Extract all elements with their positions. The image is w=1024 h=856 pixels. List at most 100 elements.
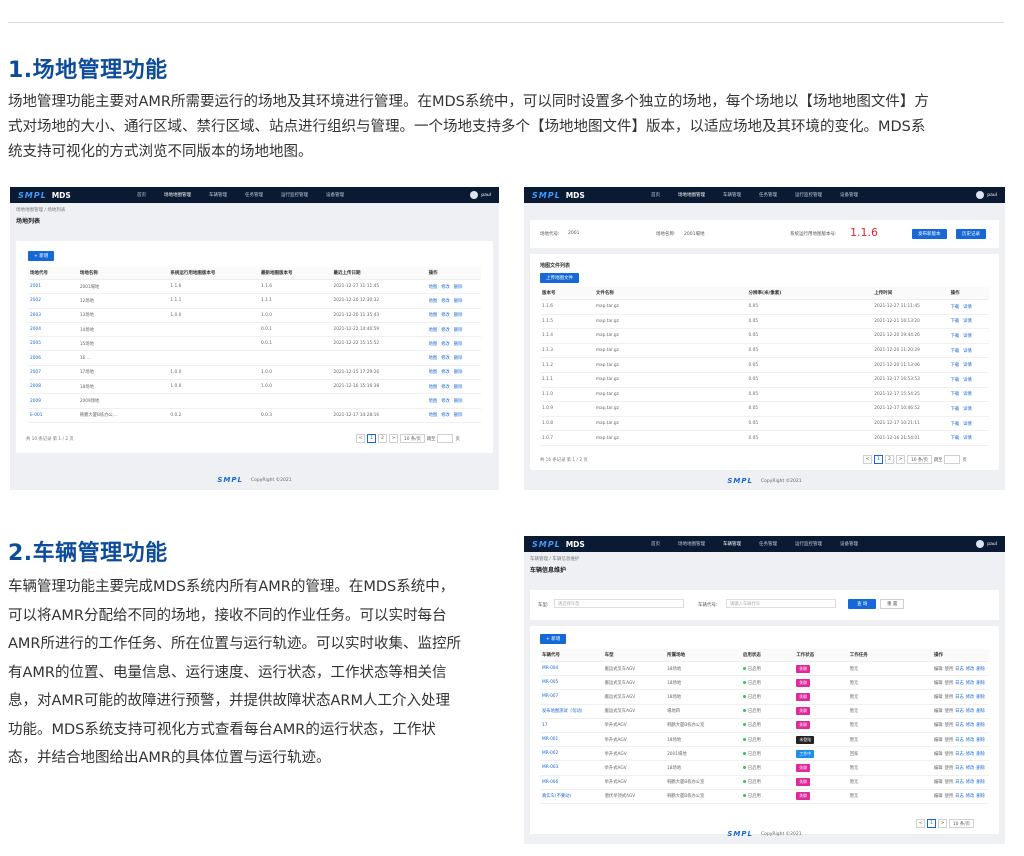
row-action-link[interactable]: 详情 xyxy=(963,334,972,339)
site-code-link[interactable]: 2001 xyxy=(28,279,78,295)
nav-home[interactable]: 首页 xyxy=(128,192,155,198)
row-action-link[interactable]: 删除 xyxy=(454,342,463,347)
nav-monitor[interactable]: 运行监控管理 xyxy=(272,192,317,198)
nav-home[interactable]: 首页 xyxy=(642,192,669,198)
row-action-link[interactable]: 地图 xyxy=(429,328,438,333)
page-next[interactable]: > xyxy=(938,819,947,828)
row-action-link[interactable]: 修改 xyxy=(441,285,450,290)
nav-vehicles[interactable]: 车辆管理 xyxy=(714,541,750,547)
publish-version-button[interactable]: 发布新版本 xyxy=(912,229,947,239)
row-action-link[interactable]: 修改 xyxy=(441,413,450,418)
row-action-link[interactable]: 详情 xyxy=(963,319,972,324)
row-action-link[interactable]: 使用 xyxy=(945,794,954,799)
row-action-link[interactable]: 编辑 xyxy=(934,794,943,799)
page-next[interactable]: > xyxy=(389,434,398,443)
row-action-link[interactable]: 日志 xyxy=(955,667,964,672)
row-action-link[interactable]: 修改 xyxy=(966,780,975,785)
row-action-link[interactable]: 编辑 xyxy=(934,780,943,785)
upload-map-button[interactable]: 上传地图文件 xyxy=(540,273,579,283)
site-code-link[interactable]: 2005 xyxy=(28,336,78,352)
page-next[interactable]: > xyxy=(896,455,905,464)
row-action-link[interactable]: 编辑 xyxy=(934,709,943,714)
nav-tasks[interactable]: 任务管理 xyxy=(236,192,272,198)
row-action-link[interactable]: 下载 xyxy=(951,436,960,441)
row-action-link[interactable]: 修改 xyxy=(966,738,975,743)
nav-home[interactable]: 首页 xyxy=(642,541,669,547)
row-action-link[interactable]: 详情 xyxy=(963,407,972,412)
page-2[interactable]: 2 xyxy=(885,455,894,464)
reset-button[interactable]: 重 置 xyxy=(880,599,905,609)
row-action-link[interactable]: 修改 xyxy=(441,313,450,318)
row-action-link[interactable]: 日志 xyxy=(955,695,964,700)
row-action-link[interactable]: 删除 xyxy=(454,385,463,390)
row-action-link[interactable]: 地图 xyxy=(429,370,438,375)
nav-monitor[interactable]: 运行监控管理 xyxy=(786,192,831,198)
row-action-link[interactable]: 删除 xyxy=(454,399,463,404)
site-code-link[interactable]: E-001 xyxy=(28,408,78,423)
row-action-link[interactable]: 详情 xyxy=(963,363,972,368)
site-code-link[interactable]: 2006 xyxy=(28,350,78,366)
row-action-link[interactable]: 日志 xyxy=(955,723,964,728)
search-button[interactable]: 查 询 xyxy=(848,599,877,609)
row-action-link[interactable]: 详情 xyxy=(963,378,972,383)
site-code-link[interactable]: 2009 xyxy=(28,393,78,409)
row-action-link[interactable]: 修改 xyxy=(441,299,450,304)
vehicle-code-link[interactable]: 发布地图测试（勿动） xyxy=(540,704,603,719)
user-menu[interactable]: paul xyxy=(976,191,997,199)
vehicle-code-link[interactable]: MR-001 xyxy=(540,732,603,748)
row-action-link[interactable]: 详情 xyxy=(963,436,972,441)
row-action-link[interactable]: 修改 xyxy=(966,709,975,714)
row-action-link[interactable]: 编辑 xyxy=(934,766,943,771)
goto-page-input[interactable] xyxy=(944,455,961,464)
row-action-link[interactable]: 删除 xyxy=(454,299,463,304)
nav-devices[interactable]: 设备管理 xyxy=(317,192,353,198)
row-action-link[interactable]: 删除 xyxy=(976,794,985,799)
site-code-link[interactable]: 2008 xyxy=(28,379,78,395)
vehicle-code-link[interactable]: 17 xyxy=(540,718,603,733)
vehicle-code-link[interactable]: MR-005 xyxy=(540,675,603,691)
row-action-link[interactable]: 下载 xyxy=(951,378,960,383)
vehicle-code-link[interactable]: MR-002 xyxy=(540,746,603,762)
row-action-link[interactable]: 删除 xyxy=(976,738,985,743)
row-action-link[interactable]: 使用 xyxy=(945,738,954,743)
row-action-link[interactable]: 下载 xyxy=(951,392,960,397)
user-menu[interactable]: paul xyxy=(976,540,997,548)
row-action-link[interactable]: 日志 xyxy=(955,766,964,771)
row-action-link[interactable]: 编辑 xyxy=(934,681,943,686)
row-action-link[interactable]: 下载 xyxy=(951,349,960,354)
vehicle-type-select[interactable]: 请选择车型 xyxy=(554,599,684,608)
row-action-link[interactable]: 使用 xyxy=(945,723,954,728)
row-action-link[interactable]: 删除 xyxy=(976,681,985,686)
page-prev[interactable]: < xyxy=(863,455,872,464)
row-action-link[interactable]: 删除 xyxy=(976,780,985,785)
row-action-link[interactable]: 修改 xyxy=(441,385,450,390)
row-action-link[interactable]: 删除 xyxy=(976,695,985,700)
row-action-link[interactable]: 删除 xyxy=(976,752,985,757)
nav-monitor[interactable]: 运行监控管理 xyxy=(786,541,831,547)
row-action-link[interactable]: 修改 xyxy=(441,356,450,361)
row-action-link[interactable]: 修改 xyxy=(966,723,975,728)
row-action-link[interactable]: 修改 xyxy=(966,794,975,799)
row-action-link[interactable]: 修改 xyxy=(441,328,450,333)
row-action-link[interactable]: 地图 xyxy=(429,385,438,390)
nav-vehicles[interactable]: 车辆管理 xyxy=(714,192,750,198)
row-action-link[interactable]: 修改 xyxy=(966,681,975,686)
row-action-link[interactable]: 地图 xyxy=(429,285,438,290)
vehicle-code-link[interactable]: MR-007 xyxy=(540,689,603,705)
vehicle-code-link[interactable]: 真实车(不要动) xyxy=(540,789,603,804)
row-action-link[interactable]: 使用 xyxy=(945,681,954,686)
row-action-link[interactable]: 日志 xyxy=(955,794,964,799)
row-action-link[interactable]: 删除 xyxy=(454,413,463,418)
row-action-link[interactable]: 地图 xyxy=(429,356,438,361)
page-prev[interactable]: < xyxy=(356,434,365,443)
row-action-link[interactable]: 下载 xyxy=(951,334,960,339)
history-button[interactable]: 历史记录 xyxy=(956,229,986,239)
row-action-link[interactable]: 编辑 xyxy=(934,752,943,757)
row-action-link[interactable]: 删除 xyxy=(454,356,463,361)
row-action-link[interactable]: 地图 xyxy=(429,342,438,347)
row-action-link[interactable]: 使用 xyxy=(945,766,954,771)
row-action-link[interactable]: 下载 xyxy=(951,305,960,310)
row-action-link[interactable]: 删除 xyxy=(976,723,985,728)
row-action-link[interactable]: 下载 xyxy=(951,319,960,324)
nav-devices[interactable]: 设备管理 xyxy=(831,192,867,198)
